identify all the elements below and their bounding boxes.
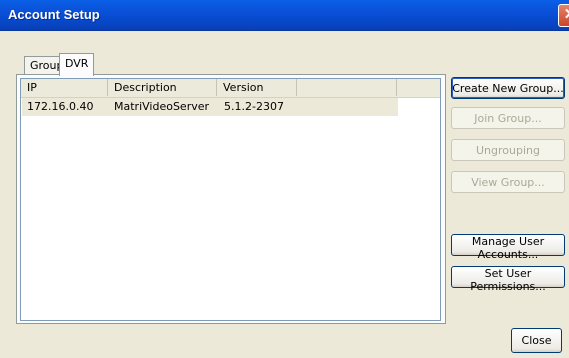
close-button[interactable]: Close <box>511 328 562 353</box>
cell-description: MatriVideoServer <box>114 100 210 113</box>
close-window-icon[interactable]: ✕ <box>558 4 569 27</box>
tab-dvr[interactable]: DVR <box>59 53 95 76</box>
ungrouping-button[interactable]: Ungrouping <box>451 139 565 161</box>
create-new-group-button[interactable]: Create New Group... <box>451 77 565 99</box>
column-header-version[interactable]: Version <box>217 79 297 96</box>
column-header-ip[interactable]: IP <box>21 79 108 96</box>
manage-user-accounts-button[interactable]: Manage User Accounts... <box>451 234 565 261</box>
cell-version: 5.1.2-2307 <box>224 100 284 113</box>
column-header-description[interactable]: Description <box>108 79 217 96</box>
column-header-spacer <box>297 79 397 96</box>
view-group-button[interactable]: View Group... <box>451 171 565 193</box>
dvr-list[interactable]: IP Description Version 172.16.0.40 Matri… <box>20 78 441 321</box>
window-title: Account Setup <box>8 7 100 22</box>
cell-ip: 172.16.0.40 <box>27 100 94 113</box>
table-row[interactable]: 172.16.0.40 MatriVideoServer 5.1.2-2307 <box>22 98 398 116</box>
title-bar[interactable]: Account Setup ✕ <box>0 0 569 31</box>
join-group-button[interactable]: Join Group... <box>451 107 565 129</box>
set-user-permissions-button[interactable]: Set User Permissions... <box>451 266 565 293</box>
list-header: IP Description Version <box>21 79 440 98</box>
